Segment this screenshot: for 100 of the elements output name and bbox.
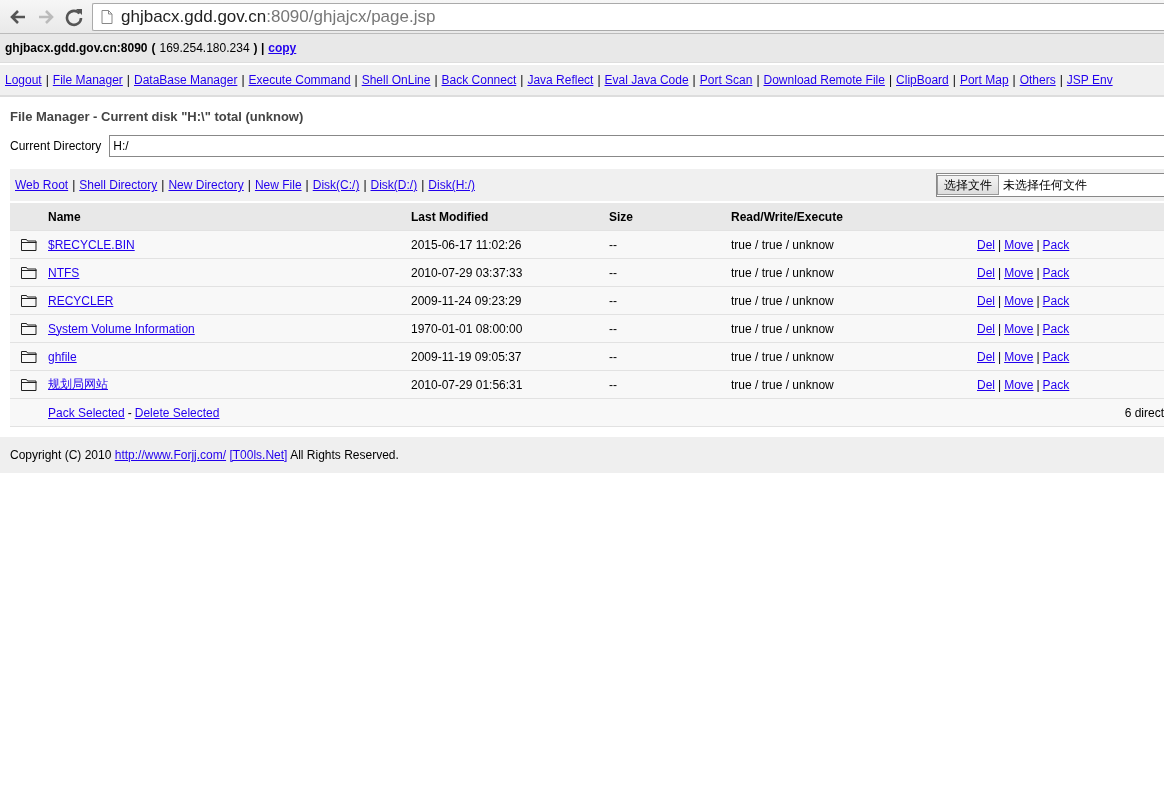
nav-link[interactable]: Port Map	[959, 73, 1009, 87]
toolbar-link[interactable]: New Directory	[168, 178, 244, 192]
directory-field[interactable]: H:/	[109, 135, 1164, 157]
separator: |	[998, 377, 1002, 392]
toolbar-link[interactable]: New File	[254, 178, 302, 192]
separator: |	[126, 73, 130, 87]
toolbar-link[interactable]: Shell Directory	[79, 178, 158, 192]
separator: |	[421, 178, 425, 192]
separator: |	[45, 73, 49, 87]
file-input[interactable]: 选择文件 未选择任何文件	[936, 173, 1164, 197]
table-cell-text: true / true / unknow	[731, 293, 835, 308]
separator: -	[127, 405, 132, 420]
separator: |	[1036, 237, 1040, 252]
copy-link[interactable]: copy	[268, 41, 297, 55]
table-cell-text: 2015-06-17 11:02:26	[411, 237, 523, 252]
separator: |	[597, 73, 601, 87]
toolbar-link[interactable]: Disk(C:/)	[312, 178, 360, 192]
nav-link[interactable]: Logout	[5, 73, 42, 87]
column-header: Size	[609, 209, 634, 224]
nav-link[interactable]: Eval Java Code	[604, 73, 689, 87]
table-cell-text: --	[609, 377, 618, 392]
toolbar-link[interactable]: Web Root	[15, 178, 69, 192]
action-link[interactable]: Move	[1004, 237, 1034, 252]
action-link[interactable]: Del	[977, 321, 995, 336]
action-link[interactable]: Move	[1004, 265, 1034, 280]
server-info: ghjbacx.gdd.gov.cn:8090 ( 169.254.180.234 ) | copy	[0, 34, 1164, 63]
table-cell-text: true / true / unknow	[731, 321, 835, 336]
separator: |	[888, 73, 893, 87]
action-link[interactable]: Move	[1004, 349, 1034, 364]
table-cell-text: true / true / unknow	[731, 349, 835, 364]
separator: |	[434, 73, 438, 87]
nav-link[interactable]: Execute Command	[248, 73, 351, 87]
file-status: 未选择任何文件	[1003, 176, 1087, 194]
separator: |	[952, 73, 956, 87]
action-link[interactable]: Move	[1004, 321, 1034, 336]
nav-link[interactable]: JSP Env	[1066, 73, 1113, 87]
nav-link[interactable]: Port Scan	[699, 73, 753, 87]
separator: |	[1036, 321, 1040, 336]
nav-link[interactable]: DataBase Manager	[134, 73, 238, 87]
folder-link[interactable]: RECYCLER	[48, 293, 114, 308]
separator: |	[363, 178, 367, 192]
folder-link[interactable]: 规划局网站	[48, 377, 108, 391]
separator: |	[998, 237, 1002, 252]
bulk-action-link[interactable]: Pack Selected	[48, 405, 125, 420]
column-header: Last Modified	[411, 209, 490, 224]
action-link[interactable]: Pack	[1042, 265, 1070, 280]
table-cell-text: true / true / unknow	[731, 377, 835, 392]
action-link[interactable]: Pack	[1042, 377, 1070, 392]
folder-icon	[21, 322, 37, 335]
action-link[interactable]: Del	[977, 265, 995, 280]
nav-link[interactable]: Download Remote File	[763, 73, 885, 87]
choose-file-button[interactable]: 选择文件	[937, 175, 999, 195]
folder-link[interactable]: NTFS	[48, 265, 80, 280]
address-bar[interactable]: ghjbacx.gdd.gov.cn:8090/ghjajcx/page.jsp	[92, 2, 1164, 31]
folder-link[interactable]: ghfile	[48, 349, 77, 364]
folder-link[interactable]: $RECYCLE.BIN	[48, 237, 135, 252]
table-cell-text: true / true / unknow	[731, 237, 835, 252]
footer-link[interactable]: [T00ls.Net]	[229, 448, 288, 462]
folder-link[interactable]: System Volume Information	[48, 321, 195, 336]
action-link[interactable]: Del	[977, 349, 995, 364]
nav-link[interactable]: Java Reflect	[527, 73, 594, 87]
action-link[interactable]: Del	[977, 237, 995, 252]
folder-icon	[21, 238, 37, 251]
column-header: Read/Write/Execute	[731, 209, 844, 224]
table-cell-text: 2009-11-24 09:23:29	[411, 293, 523, 308]
action-link[interactable]: Move	[1004, 377, 1034, 392]
separator: |	[354, 73, 358, 87]
table-cell-text: 2009-11-19 09:05:37	[411, 349, 523, 364]
separator: |	[998, 349, 1002, 364]
separator: |	[520, 73, 524, 87]
toolbar-link[interactable]: Disk(H:/)	[428, 178, 475, 192]
table-cell-text: true / true / unknow	[731, 265, 835, 280]
nav-link[interactable]: Others	[1019, 73, 1056, 87]
toolbar-link[interactable]: Disk(D:/)	[370, 178, 418, 192]
reload-icon[interactable]	[64, 6, 84, 27]
action-link[interactable]: Pack	[1042, 293, 1070, 308]
page-icon	[101, 9, 113, 24]
footer-link[interactable]: http://www.Forjj.com/	[114, 448, 227, 462]
action-link[interactable]: Pack	[1042, 237, 1070, 252]
action-link[interactable]: Del	[977, 293, 995, 308]
table-cell-text: --	[609, 349, 618, 364]
action-link[interactable]: Del	[977, 377, 995, 392]
folder-icon	[21, 350, 37, 363]
nav-link[interactable]: ClipBoard	[896, 73, 949, 87]
nav-link[interactable]: Back Connect	[441, 73, 517, 87]
page-title: File Manager - Current disk "H:\" total (unknow)	[10, 108, 305, 126]
separator: |	[1036, 349, 1040, 364]
table-cell-text: 1970-01-01 08:00:00	[411, 321, 524, 336]
action-link[interactable]: Move	[1004, 293, 1034, 308]
separator: |	[1036, 293, 1040, 308]
table-cell-text: 2010-07-29 01:56:31	[411, 377, 524, 392]
separator: |	[161, 178, 165, 192]
item-count: 6 direct	[1124, 405, 1164, 420]
action-link[interactable]: Pack	[1042, 321, 1070, 336]
action-link[interactable]: Pack	[1042, 349, 1070, 364]
separator: |	[692, 73, 696, 87]
bulk-action-link[interactable]: Delete Selected	[134, 405, 220, 420]
nav-link[interactable]: Shell OnLine	[361, 73, 431, 87]
separator: |	[1012, 73, 1016, 87]
nav-link[interactable]: File Manager	[52, 73, 123, 87]
